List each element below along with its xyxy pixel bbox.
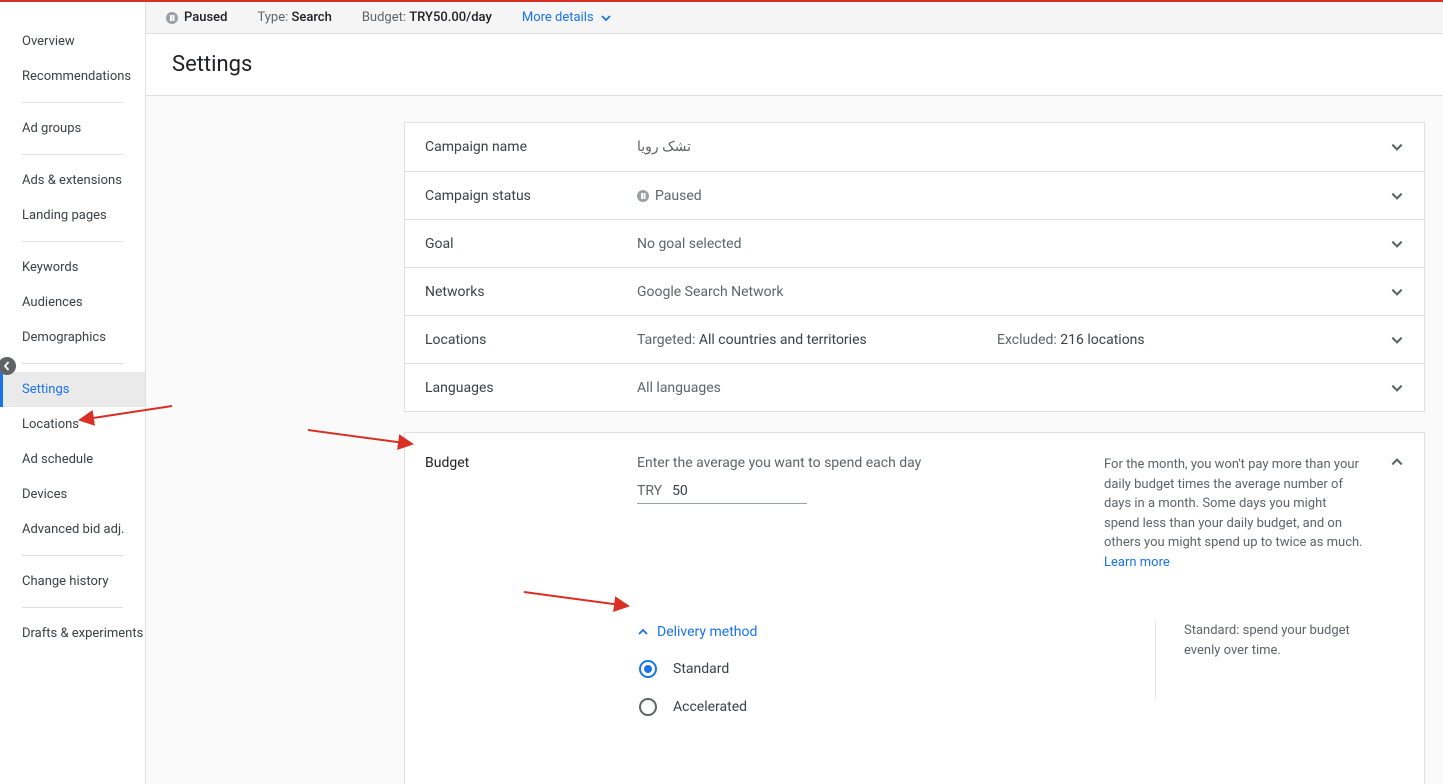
more-details-link[interactable]: More details <box>522 10 612 25</box>
divider <box>22 607 123 608</box>
sidebar-item-ads-extensions[interactable]: Ads & extensions <box>0 163 145 198</box>
budget-amount: 50 <box>672 483 688 499</box>
pause-icon <box>166 12 178 24</box>
row-networks[interactable]: Networks Google Search Network <box>405 267 1424 315</box>
label: Networks <box>425 284 637 300</box>
value: All languages <box>637 380 997 396</box>
sidebar-item-settings[interactable]: Settings <box>0 372 145 407</box>
label: Goal <box>425 236 637 252</box>
sidebar-item-ad-schedule[interactable]: Ad schedule <box>0 442 145 477</box>
label: Languages <box>425 380 637 396</box>
pause-icon <box>637 190 649 202</box>
settings-card: Campaign name تشک رویا Campaign status P… <box>404 122 1425 412</box>
vertical-separator <box>1155 621 1156 699</box>
sidebar: Overview Recommendations Ad groups Ads &… <box>0 2 145 784</box>
page-title: Settings <box>146 34 1443 96</box>
divider <box>22 154 123 155</box>
row-languages[interactable]: Languages All languages <box>405 363 1424 411</box>
sidebar-item-advanced-bid-adj[interactable]: Advanced bid adj. <box>0 512 145 547</box>
radio-standard[interactable]: Standard <box>639 660 1404 678</box>
budget-info: For the month, you won't pay more than y… <box>1104 455 1364 572</box>
sidebar-item-audiences[interactable]: Audiences <box>0 285 145 320</box>
row-campaign-status[interactable]: Campaign status Paused <box>405 171 1424 219</box>
row-locations[interactable]: Locations Targeted: All countries and te… <box>405 315 1424 363</box>
currency-label: TRY <box>637 483 662 499</box>
label: Locations <box>425 332 637 348</box>
budget-hint: Enter the average you want to spend each… <box>637 455 1104 471</box>
sidebar-item-overview[interactable]: Overview <box>0 24 145 59</box>
chevron-up-icon[interactable] <box>1390 455 1404 469</box>
radio-icon <box>639 698 657 716</box>
chevron-down-icon <box>1390 140 1404 154</box>
status-bar: Paused Type: Search Budget: TRY50.00/day… <box>146 2 1443 34</box>
value: تشک رویا <box>637 139 997 155</box>
status-paused: Paused <box>166 10 227 25</box>
delivery-info: Standard: spend your budget evenly over … <box>1184 621 1384 660</box>
budget-label: Budget <box>425 455 637 572</box>
sidebar-item-devices[interactable]: Devices <box>0 477 145 512</box>
status-type: Type: Search <box>257 10 331 25</box>
chevron-down-icon <box>1390 333 1404 347</box>
row-campaign-name[interactable]: Campaign name تشک رویا <box>405 123 1424 171</box>
radio-accelerated[interactable]: Accelerated <box>639 698 1404 716</box>
status-budget: Budget: TRY50.00/day <box>362 10 492 25</box>
sidebar-item-locations[interactable]: Locations <box>0 407 145 442</box>
value: No goal selected <box>637 236 997 252</box>
divider <box>22 241 123 242</box>
sidebar-item-demographics[interactable]: Demographics <box>0 320 145 355</box>
sidebar-item-recommendations[interactable]: Recommendations <box>0 59 145 94</box>
label: Campaign status <box>425 188 637 204</box>
main: Paused Type: Search Budget: TRY50.00/day… <box>145 2 1443 784</box>
divider <box>22 363 123 364</box>
chevron-down-icon <box>1390 381 1404 395</box>
sidebar-item-drafts-experiments[interactable]: Drafts & experiments <box>0 616 145 651</box>
radio-icon <box>639 660 657 678</box>
budget-input[interactable]: TRY 50 <box>637 477 807 504</box>
content-area: Campaign name تشک رویا Campaign status P… <box>146 96 1443 784</box>
sidebar-item-landing-pages[interactable]: Landing pages <box>0 198 145 233</box>
excluded-value: Excluded: 216 locations <box>997 332 1354 348</box>
chevron-down-icon <box>1390 285 1404 299</box>
row-goal[interactable]: Goal No goal selected <box>405 219 1424 267</box>
sidebar-item-ad-groups[interactable]: Ad groups <box>0 111 145 146</box>
chevron-up-icon <box>637 626 649 638</box>
budget-card: Budget Enter the average you want to spe… <box>404 432 1425 784</box>
divider <box>22 102 123 103</box>
chevron-down-icon <box>600 12 612 24</box>
value: Paused <box>637 188 997 204</box>
sidebar-item-change-history[interactable]: Change history <box>0 564 145 599</box>
value: Google Search Network <box>637 284 997 300</box>
chevron-down-icon <box>1390 189 1404 203</box>
divider <box>22 555 123 556</box>
value: Targeted: All countries and territories <box>637 332 997 348</box>
label: Campaign name <box>425 139 637 155</box>
sidebar-item-keywords[interactable]: Keywords <box>0 250 145 285</box>
chevron-down-icon <box>1390 237 1404 251</box>
learn-more-link[interactable]: Learn more <box>1104 555 1170 570</box>
